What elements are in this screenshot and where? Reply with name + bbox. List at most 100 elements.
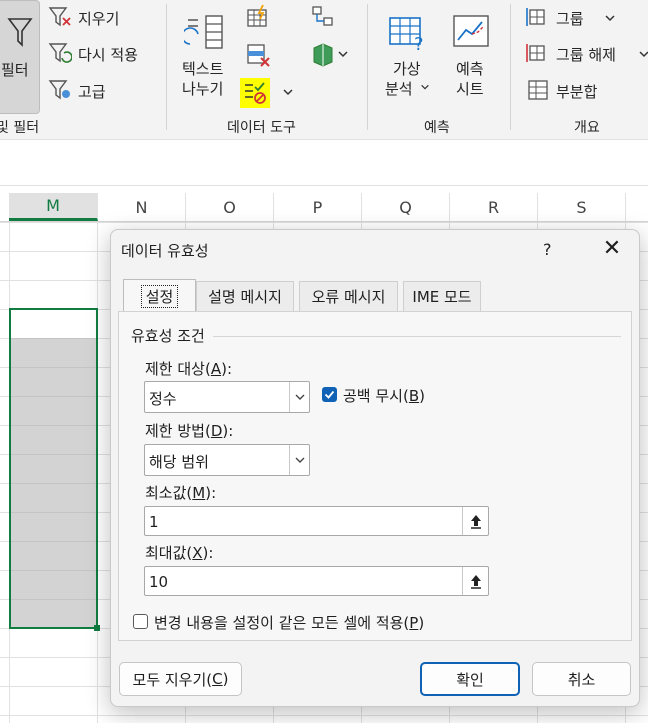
column-header-r[interactable]: R	[450, 193, 538, 221]
close-icon[interactable]: ✕	[599, 236, 625, 262]
range-select-icon[interactable]	[462, 567, 488, 595]
column-header-m[interactable]: M	[9, 193, 98, 221]
chevron-down-icon[interactable]	[289, 382, 309, 412]
data-tools-group-label: 데이터 도구	[227, 120, 296, 136]
section-title: 유효성 조건	[131, 327, 205, 345]
chevron-down-icon[interactable]	[289, 445, 309, 475]
dialog-title: 데이터 유효성	[121, 242, 209, 260]
group-divider	[510, 4, 511, 130]
forecast-group-label: 예측	[424, 120, 450, 136]
ungroup-icon	[526, 44, 545, 62]
clear-filter-icon	[48, 7, 71, 27]
tab-settings-label: 설정	[140, 284, 179, 308]
data-operator-select[interactable]: 해당 범위	[144, 444, 310, 476]
subtotal-label: 부분합	[556, 83, 598, 101]
forecast-label-2: 시트	[456, 80, 484, 98]
minimum-value: 1	[149, 513, 159, 531]
forecast-sheet-icon	[453, 15, 489, 47]
maximum-label: 최대값(X):	[145, 544, 214, 562]
text-to-columns-icon	[184, 15, 223, 49]
settings-panel: 유효성 조건 제한 대상(A): 정수 공백 무시(B) 제한 방법(D): 해…	[118, 311, 632, 641]
text-to-columns-label-1: 텍스트	[182, 60, 224, 78]
tab-input-message-label: 설명 메시지	[208, 288, 282, 306]
column-header-p[interactable]: P	[274, 193, 362, 221]
clear-label: 지우기	[78, 10, 120, 28]
filter-label: 필터	[1, 61, 29, 79]
chevron-down-icon[interactable]	[282, 86, 294, 98]
range-select-icon[interactable]	[462, 507, 488, 535]
reapply-button[interactable]: 다시 적용	[48, 42, 158, 66]
section-divider	[213, 336, 621, 337]
apply-to-all-label: 변경 내용을 설정이 같은 모든 셀에 적용(P)	[154, 614, 425, 632]
ok-button[interactable]: 확인	[420, 662, 520, 696]
subtotal-button[interactable]: 부분합	[526, 79, 648, 103]
chevron-down-icon	[605, 15, 615, 22]
outline-group-label: 개요	[574, 120, 600, 136]
ignore-blank-checkbox[interactable]	[322, 387, 337, 402]
tab-ime-mode[interactable]: IME 모드	[403, 281, 481, 311]
tab-settings[interactable]: 설정	[123, 279, 196, 312]
fill-handle[interactable]	[94, 625, 100, 631]
data-model-icon[interactable]	[310, 42, 336, 68]
advanced-label: 고급	[78, 83, 106, 101]
filter-icon	[7, 18, 33, 47]
advanced-filter-icon	[48, 80, 70, 100]
forecast-sheet-button[interactable]: 예측 시트	[446, 8, 498, 98]
tab-input-message[interactable]: 설명 메시지	[196, 281, 294, 311]
relationships-icon[interactable]	[310, 4, 336, 30]
column-header-q[interactable]: Q	[362, 193, 450, 221]
ungroup-button[interactable]: 그룹 해제	[526, 42, 648, 66]
filter-button[interactable]: 필터	[0, 0, 40, 114]
allow-select[interactable]: 정수	[144, 381, 310, 413]
check-icon	[324, 390, 335, 399]
column-header-n[interactable]: N	[98, 193, 186, 221]
what-if-label-2: 분석	[385, 80, 413, 98]
text-to-columns-button[interactable]: 텍스트 나누기	[178, 8, 236, 98]
subtotal-icon	[528, 80, 548, 100]
clear-button[interactable]: 지우기	[48, 6, 158, 30]
help-button[interactable]: ?	[543, 240, 552, 259]
allow-label: 제한 대상(A):	[145, 360, 233, 378]
what-if-label-1: 가상	[393, 60, 421, 78]
forecast-label-1: 예측	[456, 60, 484, 78]
flash-fill-icon[interactable]	[245, 4, 271, 30]
advanced-button[interactable]: 고급	[48, 79, 158, 103]
chevron-down-icon	[421, 84, 429, 90]
chevron-down-icon[interactable]	[337, 48, 349, 60]
column-header-s[interactable]: S	[538, 193, 626, 221]
remove-duplicates-icon[interactable]	[245, 42, 271, 68]
minimum-input[interactable]: 1	[144, 506, 489, 536]
data-validation-button[interactable]	[240, 78, 270, 108]
data-label: 제한 방법(D):	[145, 422, 234, 440]
group-icon	[526, 8, 545, 26]
tab-ime-mode-label: IME 모드	[412, 288, 472, 306]
data-validation-dialog: 데이터 유효성 ? ✕ 설정 설명 메시지 오류 메시지 IME 모드 유효성 …	[110, 229, 640, 707]
tab-error-alert[interactable]: 오류 메시지	[299, 281, 398, 311]
reapply-label: 다시 적용	[78, 46, 138, 64]
column-header-row: M N O P Q R S	[0, 193, 648, 222]
svg-text:?: ?	[414, 34, 424, 52]
ignore-blank-label: 공백 무시(B)	[343, 387, 425, 405]
what-if-analysis-button[interactable]: ? 가상 분석	[380, 8, 438, 98]
chevron-down-icon	[639, 51, 648, 58]
formula-bar-area	[0, 140, 648, 186]
column-header-o[interactable]: O	[186, 193, 274, 221]
reapply-icon	[48, 43, 72, 63]
sort-filter-group-label: 및 필터	[0, 120, 40, 136]
allow-value: 정수	[149, 390, 177, 408]
clear-all-button[interactable]: 모두 지우기(C)	[119, 662, 242, 696]
maximum-input[interactable]: 10	[144, 566, 489, 596]
what-if-analysis-icon: ?	[389, 17, 424, 52]
ungroup-label: 그룹 해제	[556, 46, 616, 64]
text-to-columns-label-2: 나누기	[182, 80, 224, 98]
group-divider	[166, 4, 167, 130]
data-operator-value: 해당 범위	[149, 453, 209, 471]
cancel-button[interactable]: 취소	[532, 662, 631, 696]
selected-range-highlight	[11, 338, 96, 627]
tab-error-alert-label: 오류 메시지	[311, 288, 386, 306]
minimum-label: 최소값(M):	[145, 484, 217, 502]
maximum-value: 10	[149, 573, 169, 591]
group-button[interactable]: 그룹	[526, 6, 648, 30]
apply-to-all-checkbox[interactable]	[133, 614, 148, 629]
ribbon: 필터 지우기 다시 적용 고급 및 필터 텍스트 나누기 데이터 도구 ? 가상…	[0, 0, 648, 140]
